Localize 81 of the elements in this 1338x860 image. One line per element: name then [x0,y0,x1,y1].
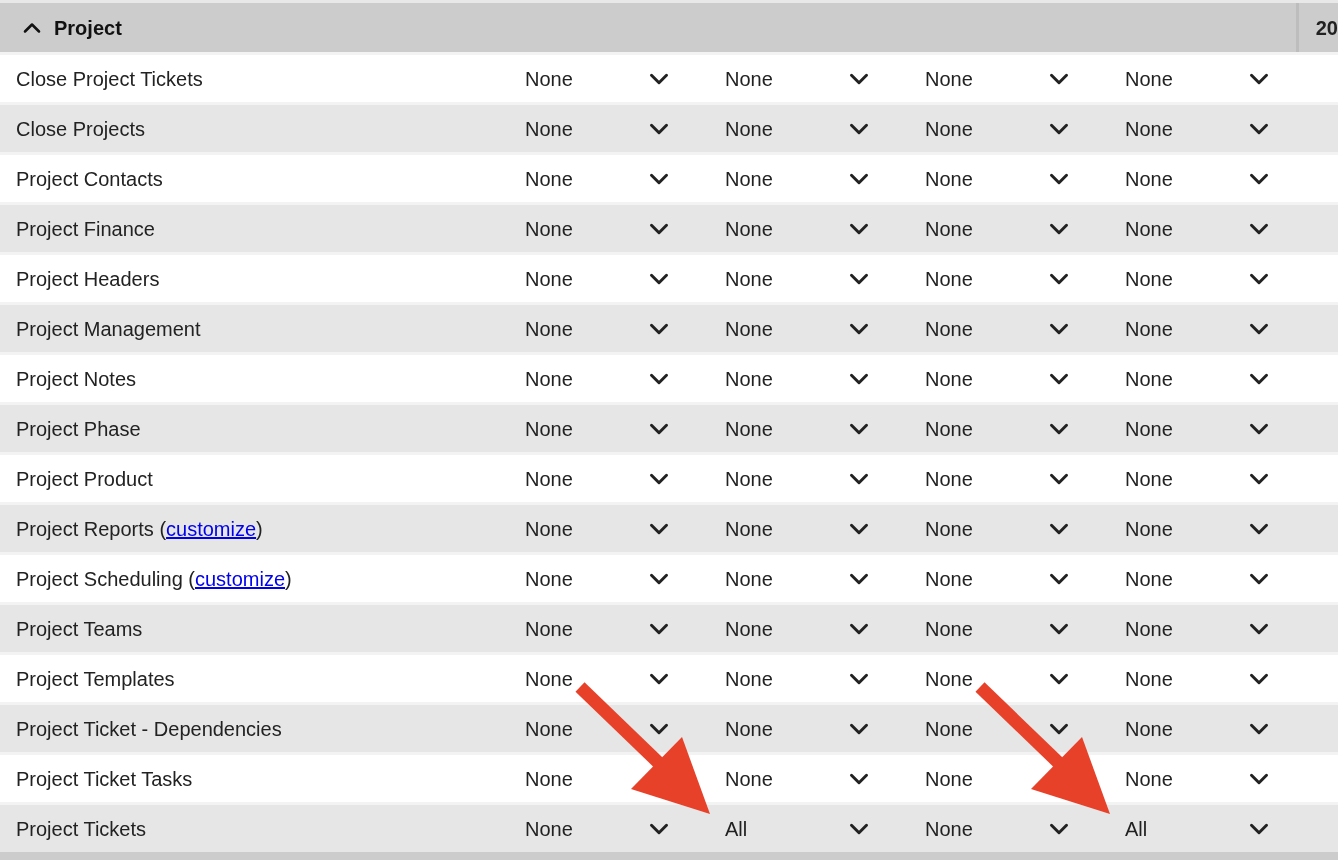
row-label: Project Contacts [16,166,163,192]
permission-dropdown[interactable]: None [910,255,1110,302]
column-header: 20 [1314,15,1338,41]
permission-dropdown[interactable]: None [710,155,910,202]
permission-dropdown[interactable]: None [510,55,710,102]
permission-dropdown[interactable]: None [510,455,710,502]
permission-dropdown[interactable]: None [510,655,710,702]
permission-dropdown[interactable]: None [710,355,910,402]
permission-dropdown[interactable]: None [710,555,910,602]
permission-dropdown[interactable]: None [710,255,910,302]
row-label: Project Reports (customize) [16,516,263,542]
permission-dropdown[interactable]: None [910,355,1110,402]
permission-dropdown[interactable]: None [710,655,910,702]
permission-dropdown[interactable]: None [1110,355,1310,402]
permission-dropdown[interactable]: None [910,55,1110,102]
row-label: Project Teams [16,616,143,642]
permission-dropdown[interactable]: None [910,455,1110,502]
permission-dropdown[interactable]: None [1110,405,1310,452]
row-label: Project Headers [16,266,160,292]
row-label: Project Notes [16,366,137,392]
permission-dropdown[interactable]: None [510,805,710,852]
permission-dropdown[interactable]: None [1110,455,1310,502]
permission-dropdown[interactable]: None [1110,55,1310,102]
permission-dropdown[interactable]: None [510,405,710,452]
permission-dropdown[interactable]: None [1110,155,1310,202]
permission-dropdown[interactable]: None [710,305,910,352]
row-label: Project Ticket - Dependencies [16,716,282,742]
permission-dropdown[interactable]: None [710,105,910,152]
permission-dropdown[interactable]: None [510,705,710,752]
permission-dropdown[interactable]: None [510,505,710,552]
permission-dropdown[interactable]: All [1110,805,1310,852]
section-toggle[interactable]: Project [0,3,1296,52]
permission-dropdown[interactable]: None [710,455,910,502]
permission-dropdown[interactable]: None [710,505,910,552]
row-label: Project Ticket Tasks [16,766,193,792]
permission-dropdown[interactable]: None [1110,505,1310,552]
permission-dropdown[interactable]: None [1110,755,1310,802]
permission-dropdown[interactable]: None [910,105,1110,152]
permission-dropdown[interactable]: None [910,555,1110,602]
permission-dropdown[interactable]: None [510,355,710,402]
row-label: Project Finance [16,216,155,242]
permission-dropdown[interactable]: None [710,55,910,102]
permission-dropdown[interactable]: None [910,655,1110,702]
permission-dropdown[interactable]: None [710,755,910,802]
permission-dropdown[interactable]: None [510,555,710,602]
permission-dropdown[interactable]: None [1110,305,1310,352]
permission-dropdown[interactable]: None [1110,605,1310,652]
permission-dropdown[interactable]: None [510,605,710,652]
permission-dropdown[interactable]: None [710,205,910,252]
permission-dropdown[interactable]: None [510,205,710,252]
permission-dropdown[interactable]: None [910,805,1110,852]
permission-dropdown[interactable]: None [710,605,910,652]
row-label: Project Tickets [16,816,147,842]
permission-dropdown[interactable]: None [1110,255,1310,302]
row-label: Project Product [16,466,153,492]
row-label: Project Scheduling (customize) [16,566,292,592]
permission-dropdown[interactable]: None [510,305,710,352]
permission-dropdown[interactable]: None [910,605,1110,652]
row-label: Project Management [16,316,201,342]
permission-dropdown[interactable]: None [910,155,1110,202]
permission-dropdown[interactable]: None [710,705,910,752]
permission-dropdown[interactable]: None [1110,655,1310,702]
row-label: Project Phase [16,416,141,442]
permission-dropdown[interactable]: None [910,705,1110,752]
permission-dropdown[interactable]: None [1110,705,1310,752]
permission-dropdown[interactable]: None [710,405,910,452]
row-label: Project Templates [16,666,175,692]
permission-dropdown[interactable]: All [710,805,910,852]
row-label: Close Project Tickets [16,66,203,92]
permission-dropdown[interactable]: None [910,205,1110,252]
permission-dropdown[interactable]: None [1110,205,1310,252]
customize-link[interactable]: customize [195,567,285,590]
permission-dropdown[interactable]: None [910,405,1110,452]
row-label: Close Projects [16,116,145,142]
permission-dropdown[interactable]: None [510,155,710,202]
permission-dropdown[interactable]: None [910,505,1110,552]
permission-dropdown[interactable]: None [1110,555,1310,602]
permission-dropdown[interactable]: None [510,105,710,152]
permission-dropdown[interactable]: None [1110,105,1310,152]
permission-dropdown[interactable]: None [910,305,1110,352]
permission-dropdown[interactable]: None [510,255,710,302]
